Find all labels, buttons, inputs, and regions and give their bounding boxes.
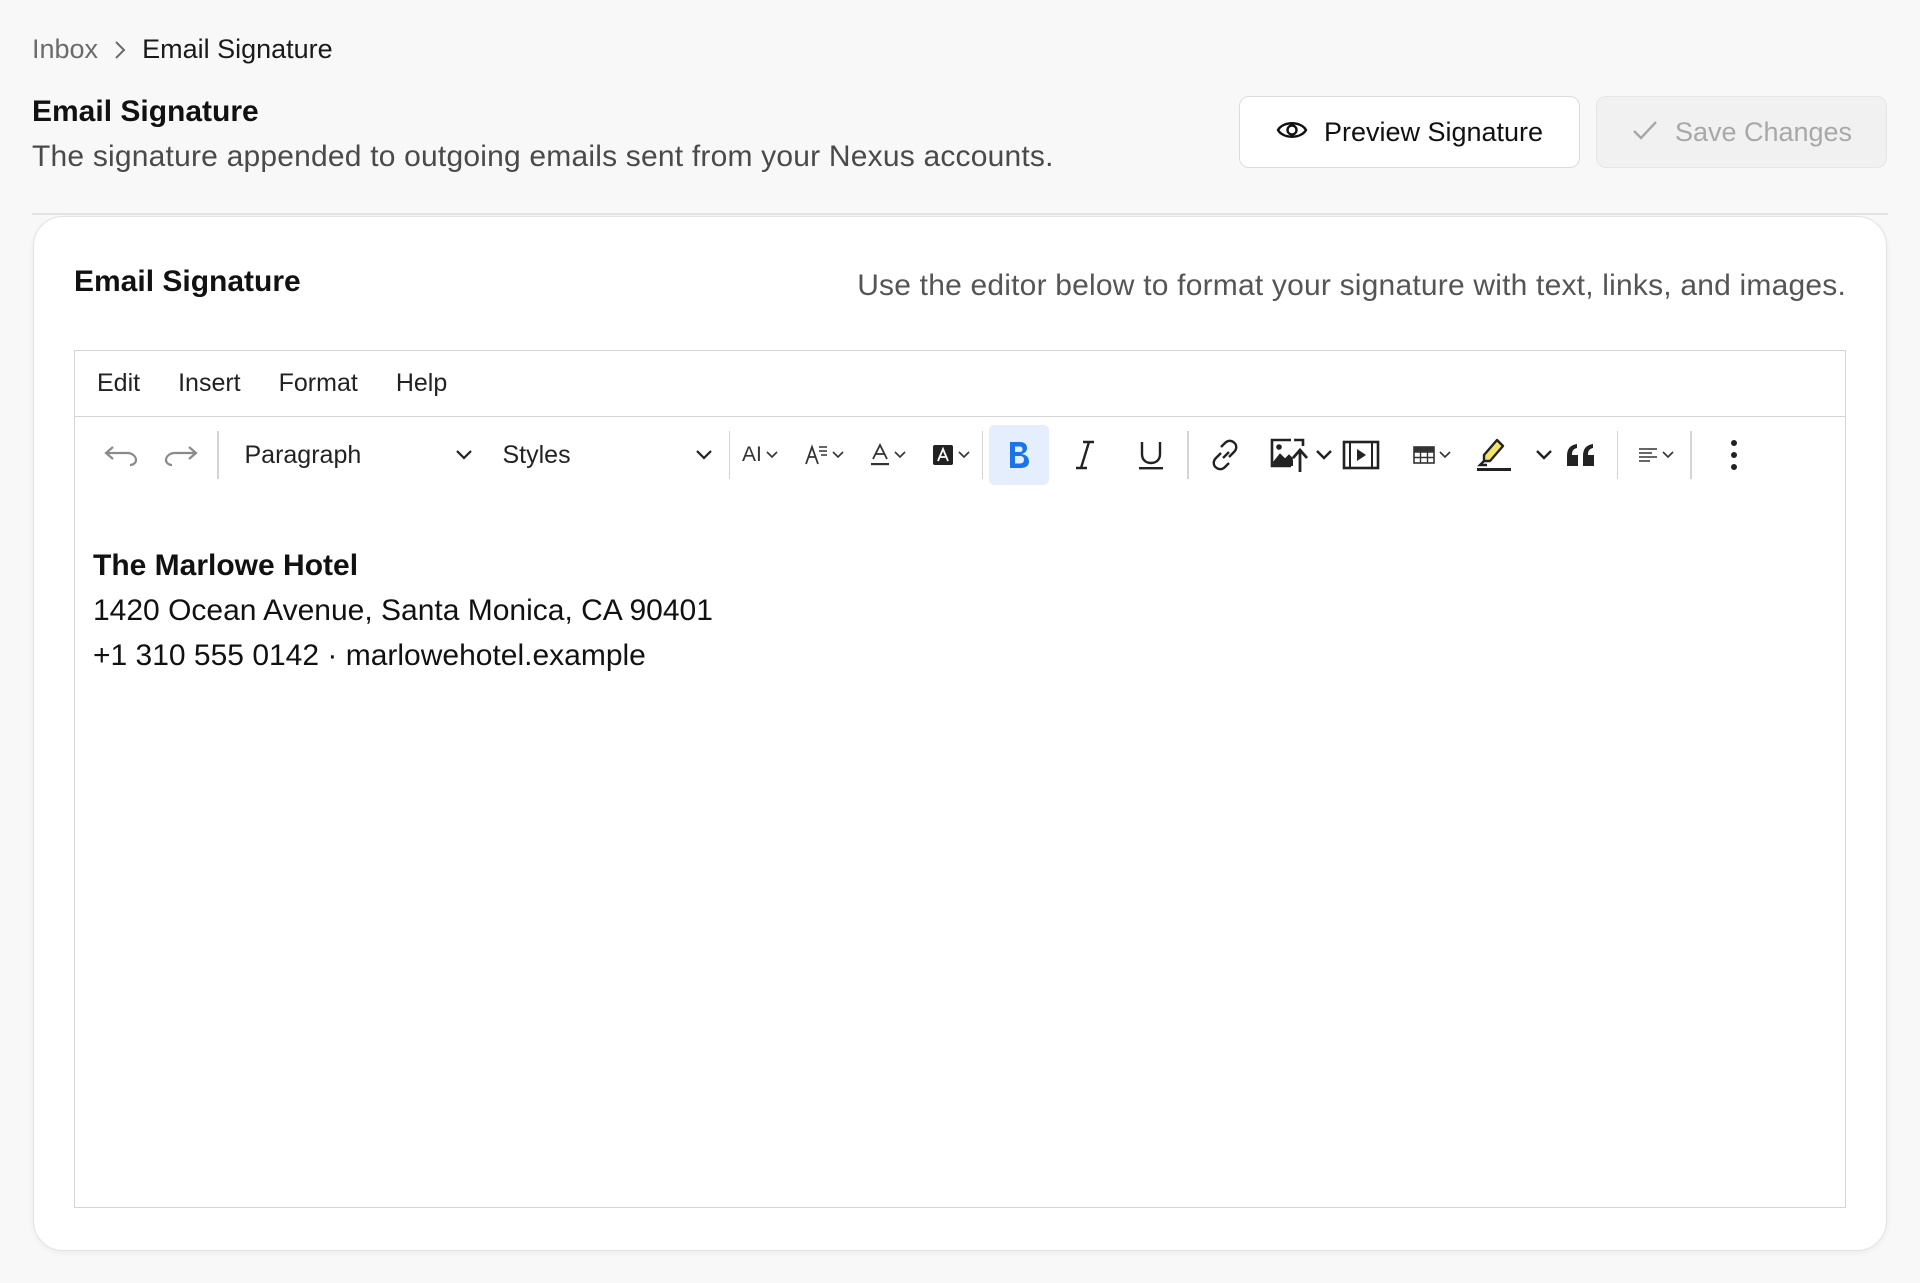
chevron-down-icon [1662,451,1674,459]
breadcrumb: Inbox Email Signature [32,34,333,65]
bold-icon [1010,442,1030,468]
background-color-dropdown[interactable] [926,425,976,485]
chevron-down-icon [455,450,472,460]
table-dropdown[interactable] [1407,425,1457,485]
media-icon [1342,440,1380,470]
align-dropdown[interactable] [1632,425,1680,485]
block-format-value: Paragraph [244,440,362,469]
font-size-icon [804,444,827,465]
media-button[interactable] [1339,425,1383,485]
bold-button[interactable] [989,425,1050,485]
editor-content[interactable]: The Marlowe Hotel 1420 Ocean Avenue, San… [75,493,1845,678]
styles-select[interactable]: Styles [483,425,723,485]
preview-signature-label: Preview Signature [1323,116,1544,147]
font-family-icon: AI [742,443,762,466]
more-vertical-icon [1730,440,1737,470]
chevron-down-icon [695,450,712,460]
text-color-dropdown[interactable] [864,425,912,485]
link-icon [1212,439,1238,471]
editor-toolbar: Paragraph Styles AI [75,417,1845,493]
text-color-icon [870,443,889,466]
signature-line-address: 1420 Ocean Avenue, Santa Monica, CA 9040… [93,594,713,627]
check-icon [1631,117,1659,148]
signature-line-contact: +1 310 555 0142 · marlowehotel.example [93,639,646,672]
more-options-button[interactable] [1704,425,1764,485]
italic-button[interactable] [1055,425,1115,485]
align-left-icon [1639,448,1658,462]
page-title: Email Signature [32,95,259,128]
menu-insert[interactable]: Insert [178,369,241,398]
save-changes-label: Save Changes [1674,116,1853,147]
image-upload-icon [1270,438,1308,472]
toolbar-separator [217,431,219,479]
background-color-icon [932,445,953,465]
font-size-dropdown[interactable] [798,425,850,485]
signature-card: Email Signature Use the editor below to … [33,216,1887,1251]
menu-edit[interactable]: Edit [97,369,140,398]
redo-icon[interactable] [151,425,211,485]
toolbar-separator [981,431,984,479]
insert-image-dropdown[interactable] [1263,425,1339,485]
toolbar-separator [1616,431,1619,479]
chevron-down-icon [766,451,778,459]
chevron-down-icon [1535,450,1552,460]
undo-icon[interactable] [91,425,151,485]
signature-line-name: The Marlowe Hotel [93,549,359,582]
block-format-select[interactable]: Paragraph [225,425,483,485]
card-title: Email Signature [74,265,301,298]
rich-text-editor: Edit Insert Format Help Paragraph Styles [74,350,1846,1208]
chevron-down-icon [1439,451,1451,459]
toolbar-separator [1187,431,1189,479]
breadcrumb-inbox-link[interactable]: Inbox [32,34,98,65]
highlighter-icon [1476,438,1511,471]
editor-menubar: Edit Insert Format Help [75,351,1845,417]
table-icon [1413,446,1435,464]
breadcrumb-current: Email Signature [142,34,333,64]
chevron-down-icon [894,451,906,459]
quote-icon [1566,444,1594,466]
blockquote-button[interactable] [1559,425,1603,485]
italic-icon [1076,440,1095,470]
save-changes-button[interactable]: Save Changes [1596,96,1887,168]
header-divider [32,213,1888,215]
chevron-down-icon [958,451,970,459]
chevron-right-icon [108,38,132,62]
styles-value: Styles [502,440,571,469]
toolbar-separator [728,431,730,479]
menu-help[interactable]: Help [396,369,447,398]
underline-button[interactable] [1121,425,1181,485]
toolbar-separator [1690,431,1692,479]
page-subtitle: The signature appended to outgoing email… [32,140,1054,173]
preview-signature-button[interactable]: Preview Signature [1239,96,1580,168]
card-hint: Use the editor below to format your sign… [857,269,1846,302]
eye-icon [1276,117,1308,148]
chevron-down-icon [1315,450,1332,460]
link-button[interactable] [1195,425,1255,485]
highlight-dropdown[interactable] [1469,425,1559,485]
font-family-dropdown[interactable]: AI [736,425,784,485]
menu-format[interactable]: Format [279,369,358,398]
chevron-down-icon [832,451,844,459]
underline-icon [1139,442,1164,470]
